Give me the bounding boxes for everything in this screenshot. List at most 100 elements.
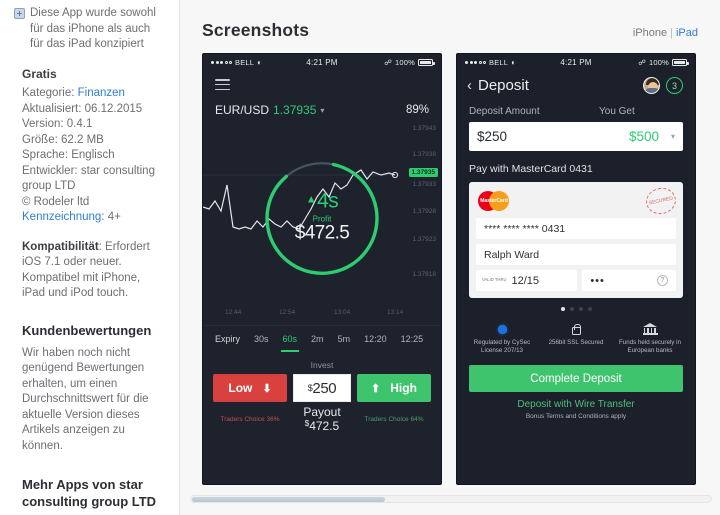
trust-badge-cysec-text: Regulated by CySec License 207/13 (473, 339, 531, 354)
expiry-option-30s[interactable]: 30s (247, 326, 276, 352)
device-tabs: iPhone | iPad (633, 27, 698, 39)
you-get-value: $500 (628, 129, 659, 144)
pager-dot-2[interactable] (569, 307, 574, 311)
trust-badge-banks: Funds held securely in European banks (613, 321, 687, 355)
signal-dots-icon (211, 60, 232, 64)
y-tick-3: 1.37933 (412, 181, 437, 189)
screenshot-trading[interactable]: BELL ◐ 4:21 PM ☍ 100% EUR/USD 1.37935 ▾ … (202, 53, 442, 485)
meta-category: Kategorie: Finanzen (22, 86, 164, 102)
invest-amount-value: 250 (312, 379, 337, 397)
you-get-label: You Get (599, 106, 635, 117)
bonus-terms-text: Bonus Terms and Conditions apply (525, 413, 627, 420)
secured-stamp-icon: SECURED (643, 185, 679, 217)
hamburger-icon[interactable] (215, 79, 230, 91)
meta-language: Sprache: Englisch (22, 148, 164, 164)
screenshot-deposit[interactable]: BELL ◐ 4:21 PM ☍ 100% ‹ Deposit 3 Deposi… (456, 53, 696, 485)
question-mark-icon[interactable]: ? (657, 275, 668, 286)
battery-icon-1 (418, 58, 435, 66)
universal-app-note: Diese App wurde sowohl für das iPhone al… (14, 6, 164, 53)
credit-card-form: MasterCard SECURED **** **** **** 0431 R… (469, 182, 683, 298)
bluetooth-icon-2: ☍ (638, 57, 647, 67)
app-price: Gratis (22, 66, 57, 81)
traders-choice-low: Traders Choice 36% (220, 415, 280, 423)
expiry-option-5m[interactable]: 5m (331, 326, 358, 352)
meta-rating-label[interactable]: Kennzeichnung: (22, 211, 104, 223)
meta-category-label: Kategorie: (22, 87, 75, 99)
pager-dot-3[interactable] (578, 307, 583, 311)
expiry-label: Expiry (215, 333, 241, 344)
meta-size-value: 62.2 MB (61, 133, 104, 146)
deposit-title: Deposit (478, 77, 529, 94)
carrier-name-1: BELL (235, 57, 255, 67)
universal-app-icon (14, 8, 25, 19)
high-button-label: High (390, 381, 417, 396)
avatar[interactable] (643, 77, 660, 94)
expiry-option-60s[interactable]: 60s (276, 326, 305, 352)
payout-row: Payout $472.5 (293, 405, 351, 433)
invest-amount-input[interactable]: $250 (293, 374, 351, 403)
chevron-down-icon-2[interactable]: ▾ (671, 132, 675, 141)
wifi-icon-2: ◐ (511, 57, 517, 67)
card-expiry-value: 12/15 (511, 274, 540, 287)
high-button[interactable]: ⬆ High (357, 374, 431, 403)
bank-icon (613, 321, 687, 337)
x-tick-1: 12:54 (279, 309, 296, 317)
trust-badges: Regulated by CySec License 207/13 256bit… (457, 321, 695, 355)
x-tick-3: 13:14 (387, 309, 404, 317)
meta-updated-label: Aktualisiert: (22, 102, 82, 115)
status-right-2: ☍ 100% (592, 57, 689, 67)
status-right-1: ☍ 100% (338, 57, 435, 67)
status-time-2: 4:21 PM (560, 57, 592, 67)
tab-iphone[interactable]: iPhone (633, 27, 667, 39)
meta-developer: Entwickler: star consulting group LTD (22, 164, 164, 195)
complete-deposit-button[interactable]: Complete Deposit (469, 365, 683, 392)
y-tick-4: 1.37928 (412, 208, 437, 216)
scrollbar-thumb[interactable] (192, 497, 385, 502)
low-button[interactable]: Low ⬇ (213, 374, 287, 403)
horizontal-scrollbar[interactable] (190, 495, 712, 503)
meta-category-value[interactable]: Finanzen (78, 87, 125, 99)
meta-updated: Aktualisiert: 06.12.2015 (22, 102, 164, 118)
tab-ipad[interactable]: iPad (676, 27, 698, 39)
meta-version-label: Version: (22, 118, 64, 130)
pager-dot-4[interactable] (587, 307, 592, 311)
card-cvv-value: ••• (590, 274, 605, 287)
universal-app-text: Diese App wurde sowohl für das iPhone al… (30, 7, 156, 50)
carousel-pager[interactable] (457, 307, 695, 311)
compatibility-label: Kompatibilität (22, 240, 99, 253)
traders-choice-row: Traders Choice 36% Payout $472.5 Traders… (203, 402, 441, 433)
card-expiry-input[interactable]: VALID THRU 12/15 (476, 270, 578, 291)
wire-transfer-link[interactable]: Deposit with Wire Transfer (457, 399, 695, 410)
notification-badge[interactable]: 3 (666, 77, 683, 94)
trust-badge-ssl: 256bit SSL Secured (539, 321, 613, 355)
valid-thru-label: VALID THRU (482, 277, 507, 283)
bluetooth-icon-1: ☍ (384, 57, 393, 67)
pair-name: EUR/USD (215, 103, 270, 118)
expiry-option-2m[interactable]: 2m (304, 326, 331, 352)
expiry-option-1220[interactable]: 12:20 (357, 326, 394, 352)
deposit-amount-field[interactable]: $250 $500 ▾ (469, 122, 683, 151)
screenshots-carousel[interactable]: BELL ◐ 4:21 PM ☍ 100% EUR/USD 1.37935 ▾ … (202, 53, 698, 485)
chevron-left-icon[interactable]: ‹ (467, 78, 472, 93)
meta-updated-value: 06.12.2015 (84, 102, 143, 115)
deposit-amount-label: Deposit Amount (469, 106, 540, 117)
lock-icon (539, 321, 613, 337)
y-tick-1: 1.37938 (412, 151, 437, 159)
chart-x-axis: 12:44 12:54 13:04 13:14 (203, 309, 441, 321)
pay-with-label: Pay with MasterCard 0431 (469, 163, 593, 175)
expiry-selector[interactable]: Expiry 30s 60s 2m 5m 12:20 12:25 (203, 325, 441, 352)
status-time-1: 4:21 PM (306, 57, 338, 67)
meta-rating: Kennzeichnung: 4+ (22, 210, 164, 226)
card-cvv-input[interactable]: ••• ? (582, 270, 676, 291)
pair-selector[interactable]: EUR/USD 1.37935 ▾ (215, 103, 324, 117)
card-number-input[interactable]: **** **** **** 0431 (476, 218, 676, 239)
x-tick-0: 12:44 (225, 309, 242, 317)
low-button-label: Low (228, 381, 253, 396)
expiry-option-1225[interactable]: 12:25 (394, 326, 431, 352)
card-holder-input[interactable]: Ralph Ward (476, 244, 676, 265)
wifi-icon-1: ◐ (257, 57, 263, 67)
screenshots-title: Screenshots (202, 20, 310, 40)
y-tick-5: 1.37923 (412, 236, 437, 244)
app-meta-list: Kategorie: Finanzen Aktualisiert: 06.12.… (22, 86, 164, 226)
pager-dot-1[interactable] (560, 307, 565, 311)
